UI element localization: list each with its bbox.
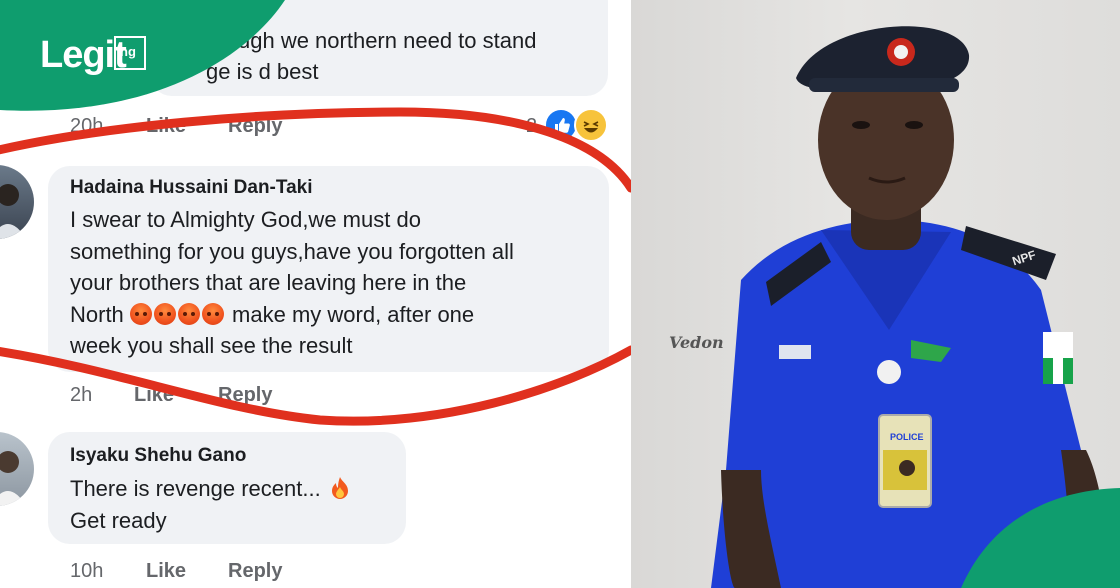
badge-label: POLICE	[890, 432, 924, 442]
comment-thread-panel: ugh we northern need to stand ge is d be…	[0, 0, 631, 588]
signature-watermark: Vedon	[669, 333, 724, 352]
officer-photo: POLICE NPF Vedon	[631, 0, 1120, 588]
logo[interactable]: Legit	[40, 34, 127, 77]
officer-illustration	[711, 26, 1120, 588]
logo-suffix: ng	[120, 44, 136, 59]
